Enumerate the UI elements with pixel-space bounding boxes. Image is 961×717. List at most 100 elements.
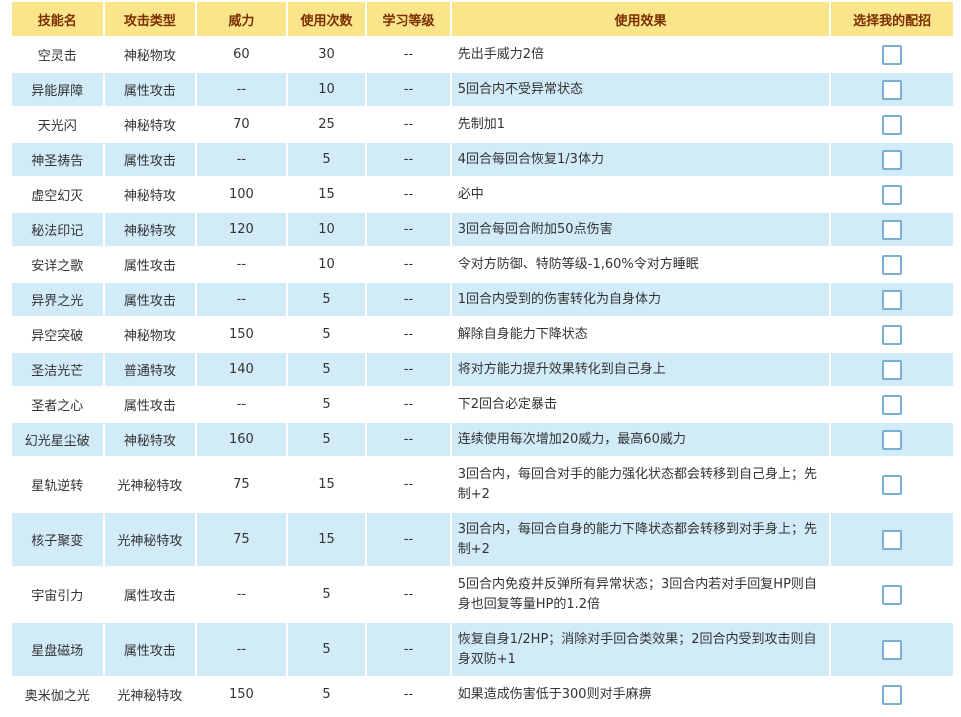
table-row: 虚空幻灭 神秘特攻 100 15 -- 必中 xyxy=(12,178,953,211)
select-skill-checkbox[interactable] xyxy=(882,149,903,170)
attack-type-cell: 神秘物攻 xyxy=(104,38,196,71)
table-row: 异界之光 属性攻击 -- 5 -- 1回合内受到的伤害转化为自身体力 xyxy=(12,283,953,316)
power-cell: 120 xyxy=(197,213,286,246)
skill-name-cell: 圣洁光芒 xyxy=(12,353,103,386)
attack-type-cell: 属性攻击 xyxy=(104,143,196,176)
select-skill-checkbox[interactable] xyxy=(882,219,903,240)
header-skill-name: 技能名 xyxy=(12,2,103,36)
select-skill-checkbox[interactable] xyxy=(882,114,903,135)
table-row: 奥米伽之光 光神秘特攻 150 5 -- 如果造成伤害低于300则对手麻痹 xyxy=(12,678,953,711)
attack-type-cell: 神秘特攻 xyxy=(104,178,196,211)
select-skill-checkbox[interactable] xyxy=(882,324,903,345)
skills-table: 技能名 攻击类型 威力 使用次数 学习等级 使用效果 选择我的配招 空灵击 神秘物… xyxy=(10,0,955,713)
effect-cell: 先制加1 xyxy=(451,108,830,141)
skill-name-cell: 异界之光 xyxy=(12,283,103,316)
select-cell xyxy=(831,318,953,351)
select-skill-checkbox[interactable] xyxy=(882,639,903,660)
select-cell xyxy=(831,248,953,281)
learn-level-cell: -- xyxy=(367,623,450,676)
learn-level-cell: -- xyxy=(367,318,450,351)
select-cell xyxy=(831,423,953,456)
learn-level-cell: -- xyxy=(367,353,450,386)
select-cell xyxy=(831,568,953,621)
effect-cell: 令对方防御、特防等级-1,60%令对方睡眠 xyxy=(451,248,830,281)
header-learn-level: 学习等级 xyxy=(367,2,450,36)
select-skill-checkbox[interactable] xyxy=(882,44,903,65)
effect-cell: 先出手威力2倍 xyxy=(451,38,830,71)
power-cell: -- xyxy=(197,248,286,281)
uses-cell: 5 xyxy=(287,623,366,676)
select-skill-checkbox[interactable] xyxy=(882,79,903,100)
select-skill-checkbox[interactable] xyxy=(882,359,903,380)
header-select: 选择我的配招 xyxy=(831,2,953,36)
learn-level-cell: -- xyxy=(367,143,450,176)
learn-level-cell: -- xyxy=(367,568,450,621)
skill-name-cell: 虚空幻灭 xyxy=(12,178,103,211)
header-row: 技能名 攻击类型 威力 使用次数 学习等级 使用效果 选择我的配招 xyxy=(12,2,953,36)
learn-level-cell: -- xyxy=(367,458,450,511)
header-power: 威力 xyxy=(197,2,286,36)
uses-cell: 5 xyxy=(287,388,366,421)
power-cell: 150 xyxy=(197,318,286,351)
effect-cell: 如果造成伤害低于300则对手麻痹 xyxy=(451,678,830,711)
effect-cell: 5回合内不受异常状态 xyxy=(451,73,830,106)
attack-type-cell: 神秘特攻 xyxy=(104,423,196,456)
table-row: 神圣祷告 属性攻击 -- 5 -- 4回合每回合恢复1/3体力 xyxy=(12,143,953,176)
effect-cell: 连续使用每次增加20威力，最高60威力 xyxy=(451,423,830,456)
power-cell: -- xyxy=(197,143,286,176)
select-cell xyxy=(831,213,953,246)
learn-level-cell: -- xyxy=(367,678,450,711)
skill-name-cell: 天光闪 xyxy=(12,108,103,141)
table-row: 宇宙引力 属性攻击 -- 5 -- 5回合内免疫并反弹所有异常状态；3回合内若对手回复HP… xyxy=(12,568,953,621)
select-skill-checkbox[interactable] xyxy=(882,429,903,450)
select-cell xyxy=(831,73,953,106)
table-row: 星盘磁场 属性攻击 -- 5 -- 恢复自身1/2HP；消除对手回合类效果；2回合内受到攻… xyxy=(12,623,953,676)
learn-level-cell: -- xyxy=(367,388,450,421)
uses-cell: 15 xyxy=(287,178,366,211)
select-skill-checkbox[interactable] xyxy=(882,254,903,275)
uses-cell: 25 xyxy=(287,108,366,141)
learn-level-cell: -- xyxy=(367,178,450,211)
attack-type-cell: 光神秘特攻 xyxy=(104,678,196,711)
skill-name-cell: 星轨逆转 xyxy=(12,458,103,511)
skill-name-cell: 空灵击 xyxy=(12,38,103,71)
select-cell xyxy=(831,623,953,676)
select-skill-checkbox[interactable] xyxy=(882,394,903,415)
effect-cell: 必中 xyxy=(451,178,830,211)
power-cell: 60 xyxy=(197,38,286,71)
select-skill-checkbox[interactable] xyxy=(882,289,903,310)
table-row: 圣者之心 属性攻击 -- 5 -- 下2回合必定暴击 xyxy=(12,388,953,421)
table-row: 秘法印记 神秘特攻 120 10 -- 3回合每回合附加50点伤害 xyxy=(12,213,953,246)
effect-cell: 3回合每回合附加50点伤害 xyxy=(451,213,830,246)
select-cell xyxy=(831,283,953,316)
header-effect: 使用效果 xyxy=(451,2,830,36)
select-skill-checkbox[interactable] xyxy=(882,474,903,495)
select-skill-checkbox[interactable] xyxy=(882,184,903,205)
select-cell xyxy=(831,353,953,386)
attack-type-cell: 光神秘特攻 xyxy=(104,513,196,566)
effect-cell: 下2回合必定暴击 xyxy=(451,388,830,421)
select-skill-checkbox[interactable] xyxy=(882,584,903,605)
learn-level-cell: -- xyxy=(367,108,450,141)
select-skill-checkbox[interactable] xyxy=(882,529,903,550)
select-skill-checkbox[interactable] xyxy=(882,684,903,705)
attack-type-cell: 属性攻击 xyxy=(104,568,196,621)
skill-name-cell: 秘法印记 xyxy=(12,213,103,246)
learn-level-cell: -- xyxy=(367,213,450,246)
attack-type-cell: 神秘特攻 xyxy=(104,213,196,246)
select-cell xyxy=(831,388,953,421)
attack-type-cell: 属性攻击 xyxy=(104,283,196,316)
power-cell: 75 xyxy=(197,513,286,566)
uses-cell: 15 xyxy=(287,458,366,511)
skill-name-cell: 幻光星尘破 xyxy=(12,423,103,456)
uses-cell: 5 xyxy=(287,318,366,351)
attack-type-cell: 属性攻击 xyxy=(104,248,196,281)
skill-name-cell: 星盘磁场 xyxy=(12,623,103,676)
learn-level-cell: -- xyxy=(367,423,450,456)
skill-name-cell: 圣者之心 xyxy=(12,388,103,421)
select-cell xyxy=(831,108,953,141)
uses-cell: 10 xyxy=(287,213,366,246)
skill-name-cell: 宇宙引力 xyxy=(12,568,103,621)
learn-level-cell: -- xyxy=(367,73,450,106)
table-row: 星轨逆转 光神秘特攻 75 15 -- 3回合内，每回合对手的能力强化状态都会转移到自己身… xyxy=(12,458,953,511)
